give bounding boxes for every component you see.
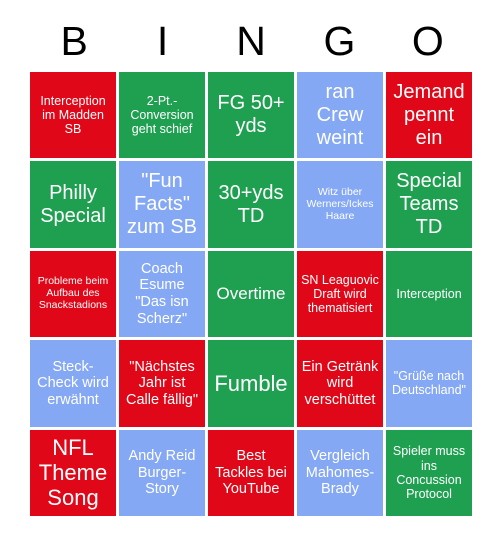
bingo-cell[interactable]: Best Tackles bei YouTube	[208, 429, 294, 516]
bingo-cell-label: Coach Esume "Das isn Scherz"	[135, 260, 189, 327]
bingo-cell-label: Andy Reid Burger-Story	[128, 448, 196, 498]
bingo-header-letter-i: I	[156, 17, 169, 64]
bingo-cell[interactable]: Andy Reid Burger-Story	[119, 429, 205, 516]
bingo-cell[interactable]: ran Crew weint	[297, 72, 383, 159]
bingo-cell-label: Fumble	[214, 370, 288, 396]
bingo-cell[interactable]: Probleme beim Aufbau des Snackstadions	[30, 250, 116, 338]
bingo-cell[interactable]: Vergleich Mahomes-Brady	[297, 429, 383, 516]
bingo-card: B I N G O Interception im Madden SB 2-Pt.…	[0, 0, 500, 544]
bingo-cell[interactable]: "Fun Facts" zum SB	[119, 161, 205, 248]
bingo-cell-label: Philly Special	[40, 181, 106, 227]
bingo-cell[interactable]: Ein Getränk wird verschüttet	[297, 340, 383, 427]
bingo-cell-label: Ein Getränk wird verschüttet	[301, 358, 379, 408]
bingo-cell[interactable]: Interception	[386, 250, 472, 338]
bingo-cell[interactable]: "Grüße nach Deutschland"	[386, 340, 472, 427]
bingo-cell[interactable]: Spieler muss ins Concussion Protocol	[386, 429, 472, 516]
bingo-cell-label: Jemand pennt ein	[393, 81, 465, 149]
bingo-cell-label: "Nächstes Jahr ist Calle fällig"	[125, 358, 199, 408]
bingo-cell-label: NFL Theme Song	[38, 435, 108, 511]
bingo-cell[interactable]: 30+yds TD	[208, 161, 294, 248]
bingo-cell-label: "Grüße nach Deutschland"	[392, 369, 466, 398]
bingo-cell[interactable]: FG 50+ yds	[208, 72, 294, 159]
bingo-cell-label: Steck-Check wird erwähnt	[37, 358, 109, 408]
bingo-cell[interactable]: Overtime	[208, 250, 294, 338]
bingo-cell-label: Overtime	[216, 284, 286, 304]
bingo-header-letter-o: O	[411, 17, 444, 64]
bingo-cell-label: Best Tackles bei YouTube	[215, 448, 287, 498]
bingo-cell-label: "Fun Facts" zum SB	[126, 170, 198, 238]
bingo-cell[interactable]: Coach Esume "Das isn Scherz"	[119, 250, 205, 338]
bingo-cell-label: SN Leaguovic Draft wird thematisiert	[301, 272, 379, 316]
bingo-cell[interactable]: Philly Special	[30, 161, 116, 248]
bingo-cell[interactable]: 2-Pt.-Conversion geht schief	[119, 72, 205, 159]
bingo-cell-label: Special Teams TD	[396, 170, 462, 238]
bingo-cell-label: Spieler muss ins Concussion Protocol	[392, 444, 466, 502]
bingo-cell-label: 2-Pt.-Conversion geht schief	[130, 93, 194, 137]
bingo-cell[interactable]: Interception im Madden SB	[30, 72, 116, 159]
bingo-cell[interactable]: "Nächstes Jahr ist Calle fällig"	[119, 340, 205, 427]
bingo-cell[interactable]: NFL Theme Song	[30, 429, 116, 516]
bingo-cell[interactable]: Fumble	[208, 340, 294, 427]
bingo-cell-label: Interception	[396, 286, 462, 301]
bingo-cell[interactable]: Jemand pennt ein	[386, 72, 472, 159]
bingo-header-letter-b: B	[60, 17, 88, 64]
bingo-cell-label: Vergleich Mahomes-Brady	[305, 448, 375, 498]
bingo-cell-label: Interception im Madden SB	[40, 93, 106, 137]
bingo-cell-label: Probleme beim Aufbau des Snackstadions	[37, 275, 109, 311]
bingo-grid: Interception im Madden SB 2-Pt.-Conversio…	[30, 72, 472, 516]
bingo-cell-label: 30+yds TD	[218, 181, 284, 227]
bingo-cell[interactable]: Witz über Werners/Ickes Haare	[297, 161, 383, 248]
bingo-cell-label: ran Crew weint	[316, 81, 364, 149]
bingo-cell[interactable]: SN Leaguovic Draft wird thematisiert	[297, 250, 383, 338]
bingo-header-letter-g: G	[323, 17, 356, 64]
bingo-cell-label: FG 50+ yds	[217, 92, 285, 138]
bingo-cell[interactable]: Special Teams TD	[386, 161, 472, 248]
bingo-cell[interactable]: Steck-Check wird erwähnt	[30, 340, 116, 427]
bingo-cell-label: Witz über Werners/Ickes Haare	[306, 185, 374, 222]
bingo-header-letter-n: N	[236, 17, 266, 64]
bingo-header-row: B I N G O	[30, 12, 472, 70]
